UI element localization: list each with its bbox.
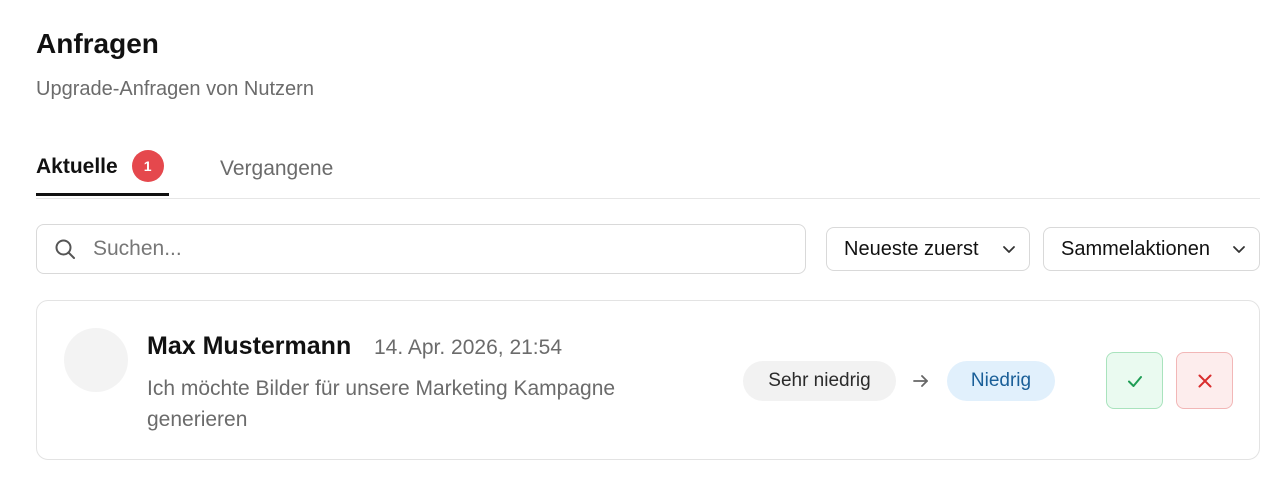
search-box[interactable]	[36, 224, 806, 274]
search-input[interactable]	[91, 236, 775, 262]
check-icon	[1127, 375, 1142, 387]
tab-past-label: Vergangene	[220, 156, 334, 180]
page-subtitle: Upgrade-Anfragen von Nutzern	[36, 78, 314, 100]
close-icon	[1198, 374, 1211, 387]
approve-button[interactable]	[1106, 352, 1163, 409]
bulk-actions-label: Sammelaktionen	[1061, 237, 1210, 260]
arrow-right-icon	[913, 375, 928, 387]
sort-dropdown-label: Neueste zuerst	[844, 237, 979, 260]
tab-current[interactable]: Aktuelle 1	[36, 140, 169, 196]
requests-page: Anfragen Upgrade-Anfragen von Nutzern Ak…	[0, 0, 1280, 479]
search-icon	[55, 239, 75, 259]
chevron-down-icon	[1003, 246, 1015, 253]
current-level-badge: Sehr niedrig	[743, 361, 896, 401]
page-title: Anfragen	[36, 28, 159, 59]
tab-bar: Aktuelle 1 Vergangene	[36, 140, 1260, 199]
reject-button[interactable]	[1176, 352, 1233, 409]
tab-past[interactable]: Vergangene	[220, 140, 333, 197]
chevron-down-icon	[1233, 246, 1245, 253]
tab-current-count-badge: 1	[131, 149, 164, 182]
tab-current-label: Aktuelle	[36, 154, 118, 178]
bulk-actions-dropdown[interactable]: Sammelaktionen	[1043, 227, 1260, 271]
avatar	[64, 328, 128, 392]
request-message: Ich möchte Bilder für unsere Marketing K…	[147, 377, 616, 431]
request-card: Max Mustermann 14. Apr. 2026, 21:54 Ich …	[36, 300, 1260, 460]
request-date: 14. Apr. 2026, 21:54	[374, 336, 562, 359]
requester-name: Max Mustermann	[147, 332, 352, 360]
requested-level-badge: Niedrig	[947, 361, 1055, 401]
sort-dropdown[interactable]: Neueste zuerst	[826, 227, 1030, 271]
